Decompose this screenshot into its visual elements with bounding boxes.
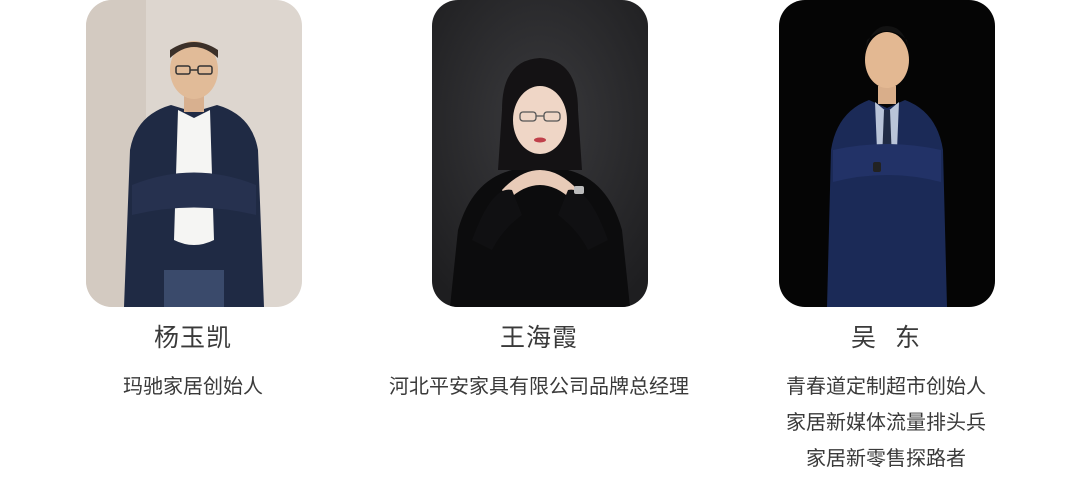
person-title-line: 家居新零售探路者: [806, 446, 966, 470]
person-title-line: 河北平安家具有限公司品牌总经理: [389, 374, 689, 398]
portrait-photo: [86, 0, 302, 307]
person-title-line: 青春道定制超市创始人: [786, 374, 986, 398]
person-name: 吴 东: [851, 323, 921, 352]
person-title-line: 家居新媒体流量排头兵: [786, 410, 986, 434]
portrait-illustration: [432, 0, 648, 307]
person-titles: 玛驰家居创始人: [43, 368, 343, 404]
portrait-photo: [432, 0, 648, 307]
portrait-illustration: [779, 0, 995, 307]
portrait-illustration: [86, 0, 302, 307]
person-name: 王海霞: [499, 323, 578, 352]
person-titles: 河北平安家具有限公司品牌总经理: [389, 368, 689, 404]
person-name: 杨玉凯: [153, 323, 232, 352]
person-titles: 青春道定制超市创始人 家居新媒体流量排头兵 家居新零售探路者: [736, 368, 1036, 476]
person-title-line: 玛驰家居创始人: [123, 374, 263, 398]
portrait-photo: [779, 0, 995, 307]
